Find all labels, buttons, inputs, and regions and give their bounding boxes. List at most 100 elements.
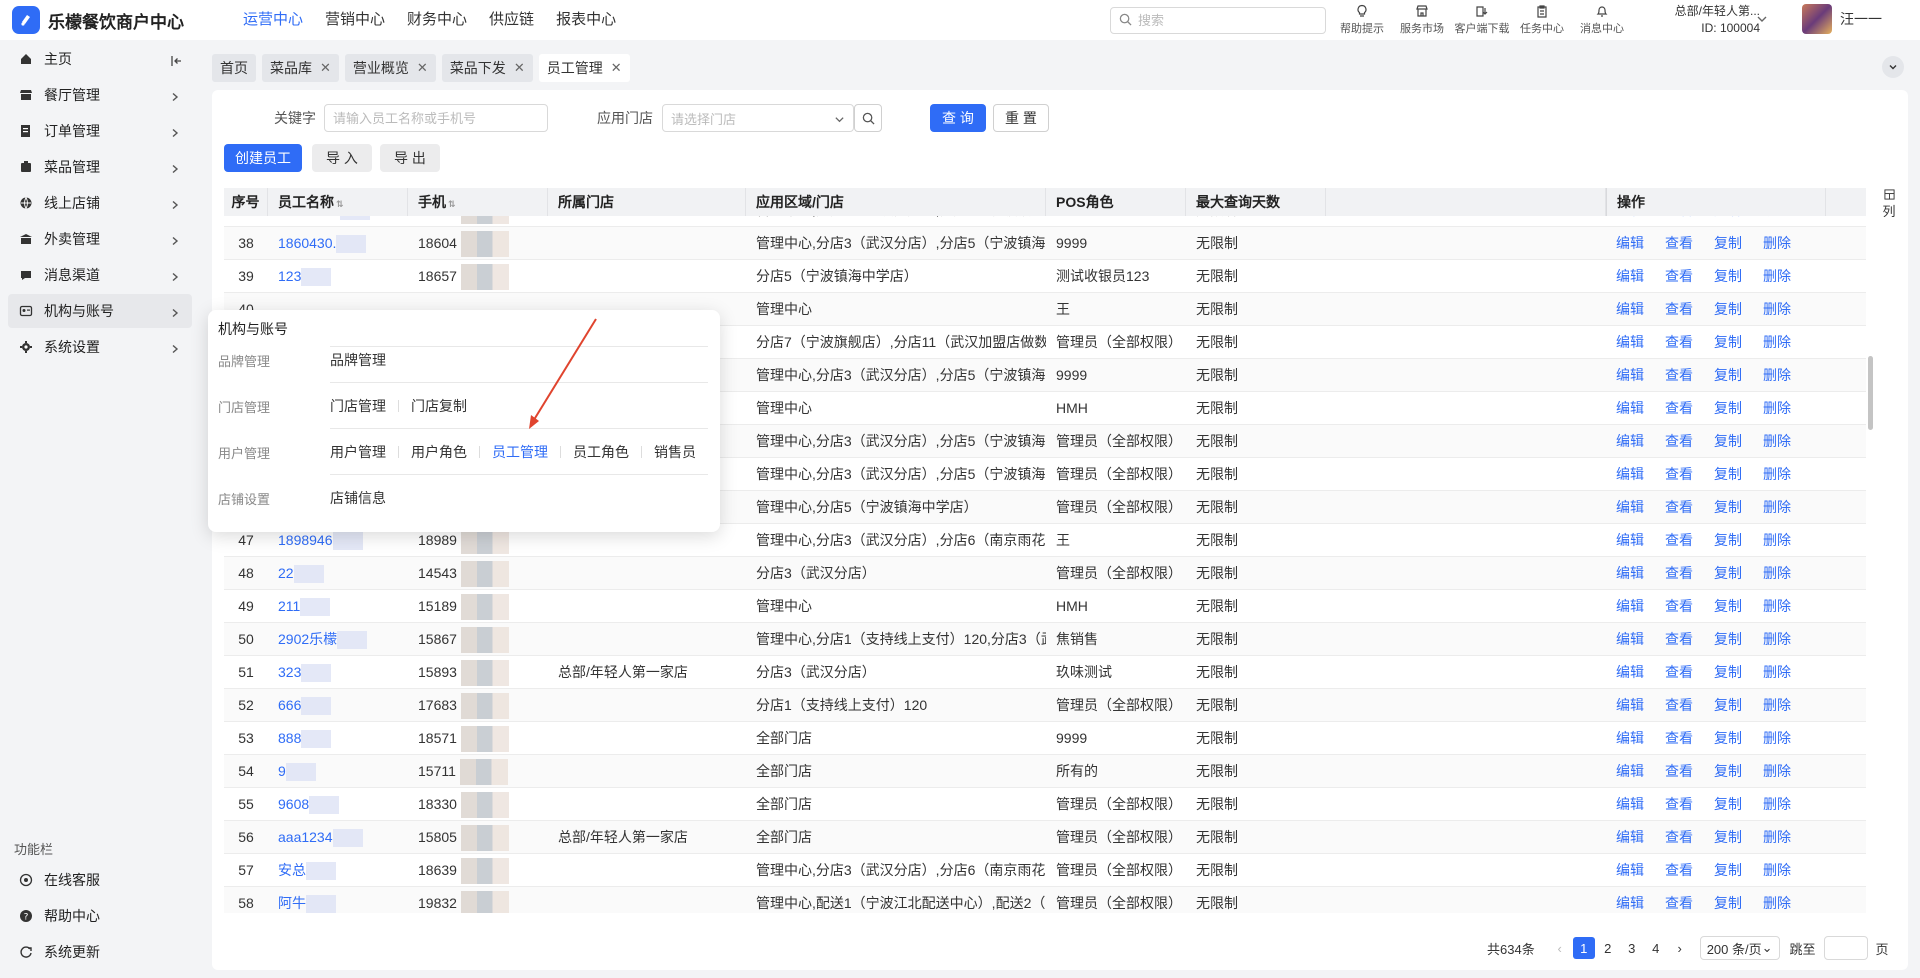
action-edit-link[interactable]: 编辑 bbox=[1616, 260, 1644, 293]
global-search[interactable] bbox=[1110, 7, 1326, 34]
chevron-down-icon[interactable] bbox=[1756, 12, 1768, 28]
topnav-item[interactable]: 运营中心 bbox=[232, 0, 314, 40]
action-view-link[interactable]: 查看 bbox=[1665, 887, 1693, 913]
action-edit-link[interactable]: 编辑 bbox=[1616, 755, 1644, 788]
topnav-item[interactable]: 营销中心 bbox=[314, 0, 396, 40]
sidebar-item[interactable]: 主页 bbox=[8, 42, 192, 76]
action-copy-link[interactable]: 复制 bbox=[1714, 623, 1742, 656]
sort-icon[interactable]: ⇅ bbox=[336, 199, 344, 209]
action-view-link[interactable]: 查看 bbox=[1665, 227, 1693, 260]
sidebar-item[interactable]: 订单管理 bbox=[8, 114, 192, 148]
action-view-link[interactable]: 查看 bbox=[1665, 623, 1693, 656]
action-edit-link[interactable]: 编辑 bbox=[1616, 656, 1644, 689]
action-view-link[interactable]: 查看 bbox=[1665, 359, 1693, 392]
action-copy-link[interactable]: 复制 bbox=[1714, 557, 1742, 590]
action-edit-link[interactable]: 编辑 bbox=[1616, 821, 1644, 854]
action-edit-link[interactable]: 编辑 bbox=[1616, 425, 1644, 458]
sidebar-item[interactable]: 消息渠道 bbox=[8, 258, 192, 292]
keyword-input[interactable] bbox=[324, 104, 548, 132]
cell-name[interactable]: 888 bbox=[268, 722, 408, 755]
search-input[interactable] bbox=[1138, 13, 1308, 28]
user-menu[interactable]: 汪一一 bbox=[1802, 4, 1882, 34]
action-delete-link[interactable]: 删除 bbox=[1763, 227, 1791, 260]
action-copy-link[interactable]: 复制 bbox=[1714, 887, 1742, 913]
submenu-link[interactable]: 员工角色 bbox=[573, 442, 629, 462]
action-copy-link[interactable]: 复制 bbox=[1714, 425, 1742, 458]
cell-name-text[interactable]: 323 bbox=[278, 664, 301, 680]
reset-button[interactable]: 重 置 bbox=[993, 104, 1049, 132]
action-view-link[interactable]: 查看 bbox=[1665, 590, 1693, 623]
tool-lightbulb[interactable]: 帮助提示 bbox=[1332, 2, 1392, 36]
close-icon[interactable]: ✕ bbox=[514, 60, 525, 76]
page-button[interactable]: 3 bbox=[1621, 937, 1643, 959]
import-button[interactable]: 导 入 bbox=[312, 144, 372, 172]
func-item[interactable]: 系统更新 bbox=[8, 935, 192, 969]
action-delete-link[interactable]: 删除 bbox=[1763, 689, 1791, 722]
action-edit-link[interactable]: 编辑 bbox=[1616, 689, 1644, 722]
cell-name[interactable]: 9 bbox=[268, 755, 408, 788]
tool-bell[interactable]: 消息中心 bbox=[1572, 2, 1632, 36]
cell-name-text[interactable]: 1898946 bbox=[278, 532, 333, 548]
sidebar-item[interactable]: 机构与账号 bbox=[8, 294, 192, 328]
scrollbar-thumb[interactable] bbox=[1868, 356, 1873, 430]
table-scrollbar[interactable] bbox=[1866, 220, 1874, 916]
action-edit-link[interactable]: 编辑 bbox=[1616, 590, 1644, 623]
action-edit-link[interactable]: 编辑 bbox=[1616, 788, 1644, 821]
action-view-link[interactable]: 查看 bbox=[1665, 260, 1693, 293]
action-copy-link[interactable]: 复制 bbox=[1714, 216, 1742, 227]
action-delete-link[interactable]: 删除 bbox=[1763, 887, 1791, 913]
cell-name[interactable]: 18596371 bbox=[268, 216, 408, 227]
tenant-switcher[interactable]: 总部/年轻人第... ID: 100004 bbox=[1650, 3, 1760, 37]
sort-icon[interactable]: ⇅ bbox=[448, 199, 456, 209]
action-delete-link[interactable]: 删除 bbox=[1763, 656, 1791, 689]
action-edit-link[interactable]: 编辑 bbox=[1616, 216, 1644, 227]
page-size-select[interactable]: 200 条/页 ⌄ bbox=[1699, 936, 1780, 960]
cell-name[interactable]: 123 bbox=[268, 260, 408, 293]
action-delete-link[interactable]: 删除 bbox=[1763, 524, 1791, 557]
cell-name-text[interactable]: 18596371 bbox=[278, 216, 340, 218]
action-view-link[interactable]: 查看 bbox=[1665, 722, 1693, 755]
submenu-link[interactable]: 门店管理 bbox=[330, 396, 386, 416]
action-delete-link[interactable]: 删除 bbox=[1763, 216, 1791, 227]
jump-input[interactable] bbox=[1823, 936, 1868, 960]
action-view-link[interactable]: 查看 bbox=[1665, 557, 1693, 590]
action-copy-link[interactable]: 复制 bbox=[1714, 392, 1742, 425]
cell-name[interactable]: 安总 bbox=[268, 854, 408, 887]
action-edit-link[interactable]: 编辑 bbox=[1616, 887, 1644, 913]
action-view-link[interactable]: 查看 bbox=[1665, 293, 1693, 326]
close-icon[interactable]: ✕ bbox=[320, 60, 331, 76]
action-view-link[interactable]: 查看 bbox=[1665, 755, 1693, 788]
tab-item[interactable]: 菜品下发 ✕ bbox=[441, 54, 533, 82]
submenu-link[interactable]: 用户角色 bbox=[411, 442, 467, 462]
action-view-link[interactable]: 查看 bbox=[1665, 392, 1693, 425]
action-delete-link[interactable]: 删除 bbox=[1763, 788, 1791, 821]
sidebar-item[interactable]: 外卖管理 bbox=[8, 222, 192, 256]
action-copy-link[interactable]: 复制 bbox=[1714, 491, 1742, 524]
column-config-button[interactable]: 列 bbox=[1876, 188, 1902, 220]
action-copy-link[interactable]: 复制 bbox=[1714, 260, 1742, 293]
action-edit-link[interactable]: 编辑 bbox=[1616, 854, 1644, 887]
submenu-link[interactable]: 店铺信息 bbox=[330, 488, 386, 508]
action-copy-link[interactable]: 复制 bbox=[1714, 854, 1742, 887]
action-edit-link[interactable]: 编辑 bbox=[1616, 557, 1644, 590]
cell-name[interactable]: 666 bbox=[268, 689, 408, 722]
topnav-item[interactable]: 供应链 bbox=[478, 0, 545, 40]
action-copy-link[interactable]: 复制 bbox=[1714, 755, 1742, 788]
cell-name-text[interactable]: 888 bbox=[278, 730, 301, 746]
tool-clipboard[interactable]: 任务中心 bbox=[1512, 2, 1572, 36]
page-button[interactable]: 2 bbox=[1597, 937, 1619, 959]
cell-name[interactable]: 阿牛 bbox=[268, 887, 408, 913]
action-copy-link[interactable]: 复制 bbox=[1714, 788, 1742, 821]
cell-name[interactable]: 1860430. bbox=[268, 227, 408, 260]
cell-name-text[interactable]: 阿牛 bbox=[278, 895, 306, 911]
action-edit-link[interactable]: 编辑 bbox=[1616, 227, 1644, 260]
sidebar-item[interactable]: 线上店铺 bbox=[8, 186, 192, 220]
action-delete-link[interactable]: 删除 bbox=[1763, 359, 1791, 392]
cell-name-text[interactable]: 123 bbox=[278, 268, 301, 284]
store-select[interactable]: 请选择门店 bbox=[662, 104, 854, 132]
chevron-right-icon[interactable]: › bbox=[1669, 937, 1691, 959]
func-item[interactable]: 在线客服 bbox=[8, 863, 192, 897]
action-copy-link[interactable]: 复制 bbox=[1714, 590, 1742, 623]
action-edit-link[interactable]: 编辑 bbox=[1616, 293, 1644, 326]
action-copy-link[interactable]: 复制 bbox=[1714, 458, 1742, 491]
